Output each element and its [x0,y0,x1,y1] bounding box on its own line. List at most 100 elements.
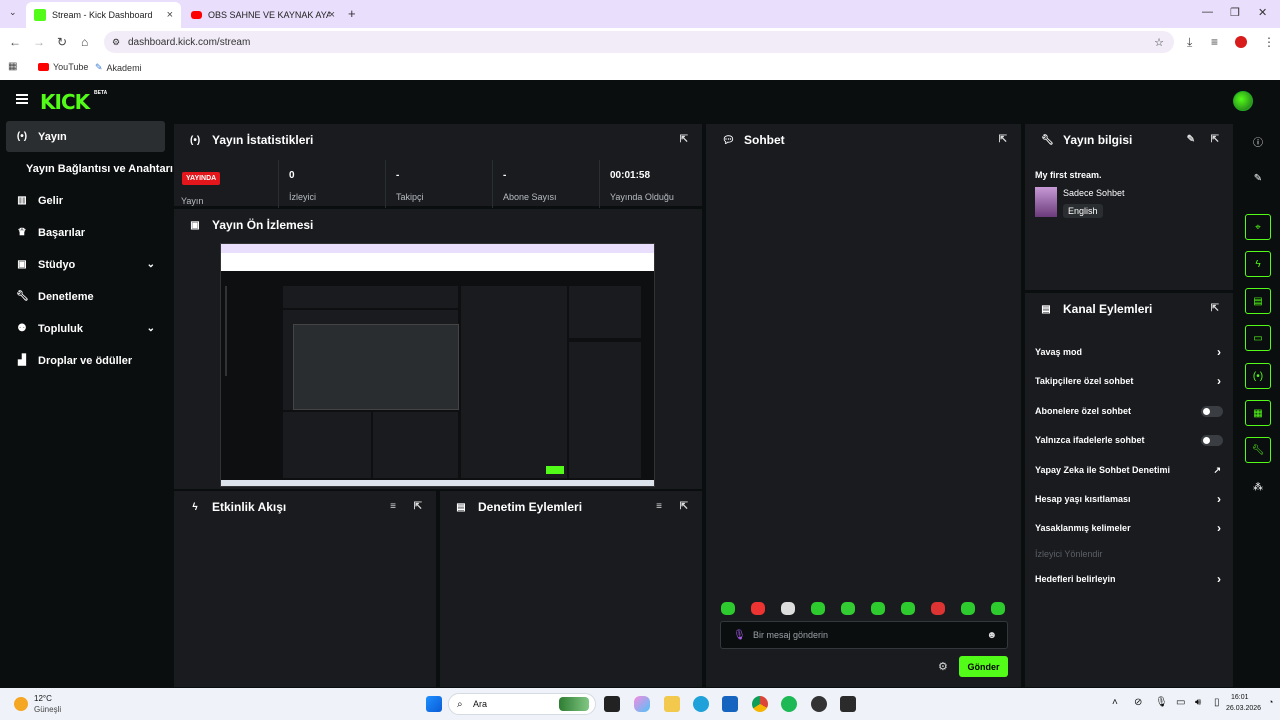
reload-icon[interactable]: ↻ [57,35,67,49]
file-explorer-icon[interactable] [664,696,680,712]
chat-bubble-icon[interactable]: ▭ [1245,325,1271,351]
popout-icon[interactable]: ⇱ [1211,134,1219,145]
edit-icon[interactable]: ✎ [1245,165,1271,191]
action-slow-mode[interactable]: Yavaş mod › [1035,342,1225,362]
sidebar-item-achievements[interactable]: ♛ Başarılar [6,217,165,248]
filter-icon[interactable]: ≡ [390,501,396,512]
store-icon[interactable] [722,696,738,712]
filter-icon[interactable]: ≡ [656,501,662,512]
user-avatar[interactable] [1233,91,1253,111]
emote-9[interactable] [961,602,975,615]
emote-8[interactable] [931,602,945,615]
home-icon[interactable]: ⌂ [81,35,88,49]
new-tab-icon[interactable]: + [348,6,356,21]
action-ai-moderation[interactable]: Yapay Zeka ile Sohbet Denetimi ↗ [1035,460,1225,480]
close-tab-icon[interactable]: × [329,9,335,21]
microphone-tray-icon[interactable]: 🎙︎ [1155,697,1168,708]
emote-5[interactable] [841,602,855,615]
sidebar-item-studio[interactable]: ▣ Stüdyo ⌄ [6,249,165,280]
copilot-icon[interactable] [634,696,650,712]
emoji-icon[interactable]: ☻ [986,630,997,641]
sidebar-item-revenue[interactable]: ▥ Gelir [6,185,165,216]
action-set-goals[interactable]: Hedefleri belirleyin › [1035,569,1225,589]
forward-icon[interactable]: → [33,35,45,49]
edge-icon[interactable] [693,696,709,712]
popout-icon[interactable]: ⇱ [680,134,688,145]
document-icon[interactable]: ▤ [1245,288,1271,314]
kick-logo[interactable]: KICK [40,90,90,114]
profile-icon[interactable] [1235,36,1247,48]
media-controls-icon[interactable]: ≡ [1211,35,1218,49]
emote-1[interactable] [721,602,735,615]
emote-3[interactable] [781,602,795,615]
tab-kick-dashboard[interactable]: Stream - Kick Dashboard × [26,2,181,28]
close-window-icon[interactable]: ✕ [1258,6,1267,19]
popout-icon[interactable]: ⇱ [414,501,422,512]
sidebar-item-drops[interactable]: ▟ Droplar ve ödüller [6,345,165,376]
minimize-icon[interactable]: — [1202,6,1213,18]
taskbar-search[interactable]: ⌕ Ara [448,693,596,715]
category-name[interactable]: Sadece Sohbet [1063,188,1125,198]
sidebar-item-stream-key[interactable]: Yayın Bağlantısı ve Anahtarı [6,153,173,184]
tab-list-chevron-icon[interactable]: ⌄ [9,7,17,18]
battery-icon[interactable]: ▯ [1214,697,1220,708]
sidebar-item-moderation[interactable]: 🔧︎ Denetleme [6,281,165,312]
restore-icon[interactable]: ❐ [1230,6,1240,19]
sidebar-item-stream[interactable]: (•) Yayın [6,121,165,152]
info-icon[interactable]: ⓘ [1245,128,1271,154]
channel-actions-icon[interactable]: ▦ [1245,400,1271,426]
send-button[interactable]: Gönder [959,656,1008,677]
tab-obs[interactable]: OBS SAHNE VE KAYNAK AYARLA × [183,2,343,28]
start-icon[interactable] [426,696,442,712]
sidebar-item-community[interactable]: ⚉ Topluluk ⌄ [6,313,165,344]
popout-icon[interactable]: ⇱ [1211,303,1219,314]
emote-4[interactable] [811,602,825,615]
wrench-icon[interactable]: 🔧︎ [1245,437,1271,463]
bookmark-youtube[interactable]: YouTube [38,62,88,72]
close-tab-icon[interactable]: × [167,9,173,21]
emote-7[interactable] [901,602,915,615]
tray-chevron-icon[interactable]: ˄ [1112,697,1118,708]
edit-icon[interactable]: ✎ [1187,134,1195,145]
stream-icon[interactable]: (•) [1245,363,1271,389]
emote-2[interactable] [751,602,765,615]
popout-icon[interactable]: ⇱ [999,134,1007,145]
emote-6[interactable] [871,602,885,615]
network-icon[interactable]: ▭ [1176,697,1185,708]
volume-icon[interactable]: 🔊︎ [1195,697,1201,708]
app-icon[interactable] [840,696,856,712]
emote-10[interactable] [991,602,1005,615]
browser-menu-icon[interactable]: ⋮ [1263,35,1275,49]
site-info-icon[interactable]: ⚙ [112,37,120,48]
bookmark-akademi[interactable]: ✎ Akademi [95,62,142,73]
clock-date[interactable]: 26.03.2026 [1226,705,1261,712]
apps-grid-icon[interactable]: ▦ [8,61,17,72]
menu-icon[interactable] [16,94,28,104]
emotes-only-toggle[interactable] [1201,435,1223,446]
microphone-icon[interactable]: 🎙︎ [733,630,746,641]
obs-icon[interactable] [811,696,827,712]
stream-preview-video[interactable] [220,243,655,487]
url-field[interactable]: ⚙ dashboard.kick.com/stream ☆ [104,31,1174,53]
action-followers-only[interactable]: Takipçilere özel sohbet › [1035,371,1225,391]
bookmark-star-icon[interactable]: ☆ [1154,36,1164,49]
popout-icon[interactable]: ⇱ [680,501,688,512]
chrome-icon[interactable] [752,696,768,712]
action-banned-words[interactable]: Yasaklanmış kelimeler › [1035,518,1225,538]
subscribers-only-toggle[interactable] [1201,406,1223,417]
back-icon[interactable]: ← [9,35,21,49]
chevron-right-icon: › [1217,492,1221,506]
chat-message-input[interactable]: 🎙︎ Bir mesaj gönderin ☻ [720,621,1008,649]
chat-settings-icon[interactable]: ⚙ [938,660,948,673]
weather-temp[interactable]: 12°C [34,694,52,703]
task-view-icon[interactable] [604,696,620,712]
hidden-icon[interactable]: ⊘ [1134,697,1142,708]
community-icon[interactable]: ⁂ [1245,474,1271,500]
spotify-icon[interactable] [781,696,797,712]
clock-time[interactable]: 16:01 [1231,694,1249,701]
target-icon[interactable]: ⌖ [1245,214,1271,240]
lightning-icon[interactable]: ϟ [1245,251,1271,277]
action-account-age[interactable]: Hesap yaşı kısıtlaması › [1035,489,1225,509]
notification-icon[interactable]: ◔ [1268,697,1273,707]
download-icon[interactable]: ⤓ [1187,35,1192,50]
